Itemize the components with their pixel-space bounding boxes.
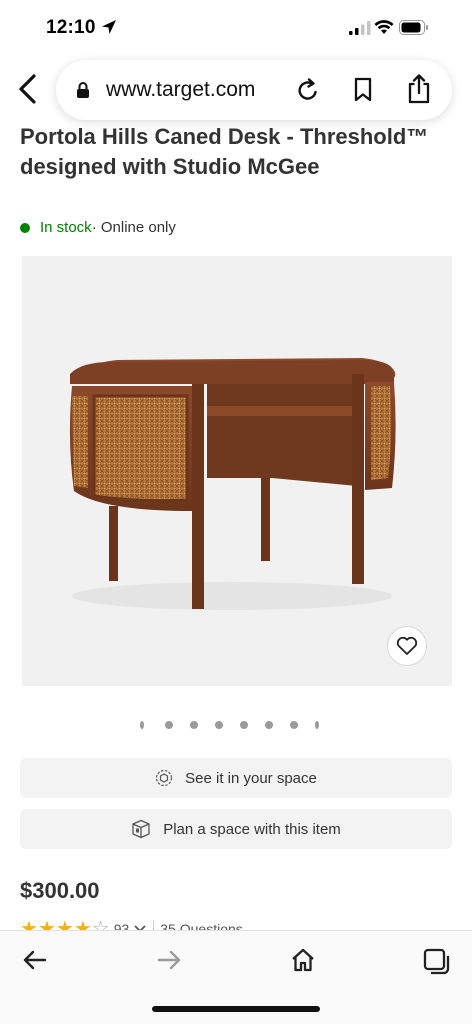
- lock-icon: [77, 82, 89, 98]
- favorite-button[interactable]: [387, 626, 427, 666]
- forward-arrow-icon[interactable]: [156, 947, 182, 973]
- battery-icon: [399, 20, 428, 35]
- carousel-dot[interactable]: [265, 721, 273, 729]
- back-chevron-icon[interactable]: [14, 72, 44, 106]
- carousel-dot[interactable]: [315, 721, 319, 729]
- wifi-icon: [374, 20, 394, 34]
- product-title: Portola Hills Caned Desk - Threshold™ de…: [20, 124, 429, 179]
- room-planner-icon: [131, 819, 151, 839]
- see-in-space-button[interactable]: See it in your space: [20, 758, 452, 798]
- plan-space-label: Plan a space with this item: [163, 820, 341, 838]
- share-icon[interactable]: [406, 74, 432, 104]
- location-arrow-icon: [102, 20, 116, 34]
- status-bar: 12:10: [0, 0, 472, 56]
- product-price: $300.00: [20, 878, 100, 903]
- carousel-dot[interactable]: [140, 721, 144, 729]
- carousel-dot[interactable]: [290, 721, 298, 729]
- home-indicator: [152, 1006, 320, 1012]
- carousel-dot[interactable]: [190, 721, 198, 729]
- stock-status: In stock · Online only: [20, 219, 176, 236]
- home-icon[interactable]: [290, 947, 316, 973]
- carousel-dot[interactable]: [215, 721, 223, 729]
- url-text[interactable]: www.target.com: [106, 78, 255, 102]
- status-time: 12:10: [46, 17, 96, 38]
- title-wrap: Portola Hills Caned Desk - Threshold™ de…: [20, 118, 460, 208]
- bookmark-icon[interactable]: [353, 77, 373, 103]
- cellular-signal-icon: [349, 21, 371, 35]
- image-carousel-dots[interactable]: [140, 719, 340, 731]
- stock-status-label: In stock: [40, 219, 92, 236]
- plan-space-button[interactable]: Plan a space with this item: [20, 809, 452, 849]
- tabs-icon[interactable]: [422, 947, 452, 977]
- reload-icon[interactable]: [296, 77, 320, 103]
- product-image[interactable]: [22, 256, 452, 686]
- carousel-dot[interactable]: [240, 721, 248, 729]
- carousel-dot[interactable]: [165, 721, 173, 729]
- see-in-space-label: See it in your space: [185, 769, 317, 787]
- availability-label: · Online only: [91, 219, 176, 236]
- desk-illustration: [69, 358, 396, 610]
- address-bar[interactable]: www.target.com: [56, 60, 452, 120]
- in-stock-dot-icon: [20, 222, 30, 233]
- ar-cube-icon: [155, 769, 173, 787]
- back-arrow-icon[interactable]: [22, 947, 48, 973]
- heart-icon: [396, 636, 418, 655]
